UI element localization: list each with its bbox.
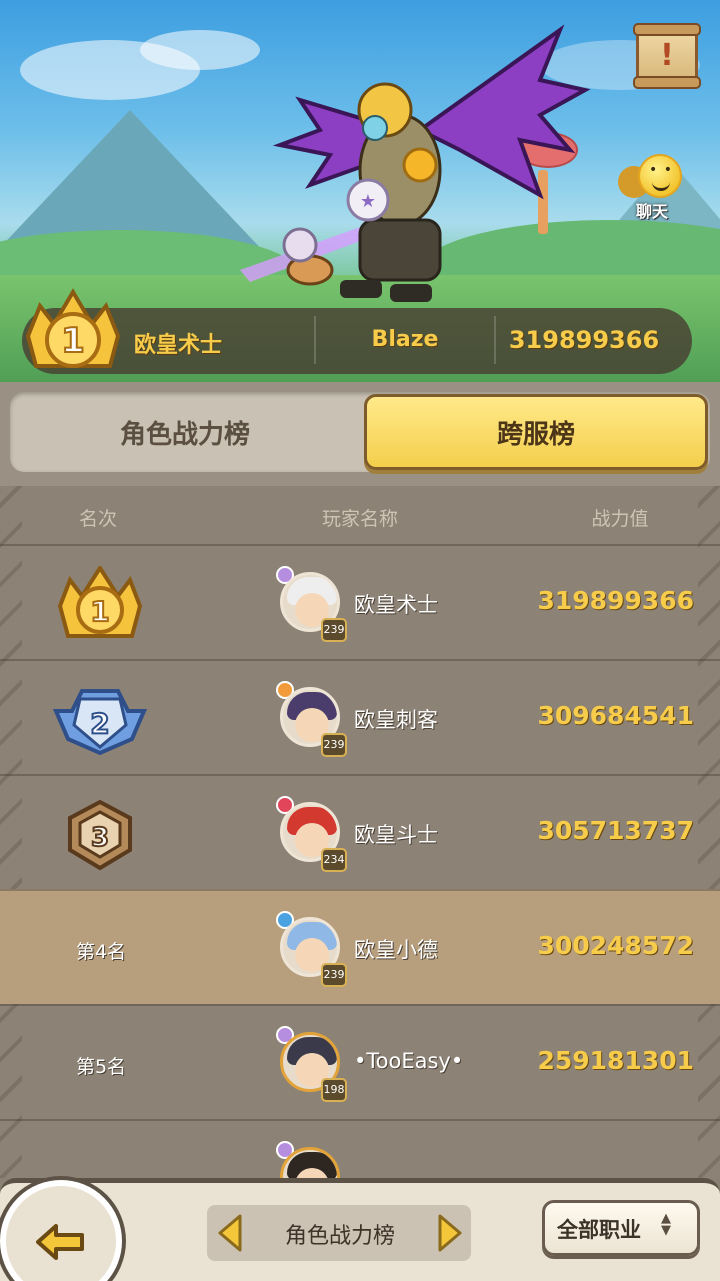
- player-power: 305713737: [537, 816, 694, 845]
- rank-number: 3: [91, 823, 109, 853]
- gold-rank-badge-icon: 1: [57, 566, 143, 638]
- player-name: 欧皇小德: [354, 938, 438, 962]
- player-name: 欧皇斗士: [354, 823, 438, 847]
- table-row-highlighted[interactable]: 第4名 239 欧皇小德 300248572: [0, 889, 720, 1004]
- rank-number: 2: [90, 707, 109, 740]
- sort-updown-icon: ▲ ▼: [661, 1211, 671, 1238]
- selector-next-arrow-icon[interactable]: [436, 1213, 464, 1253]
- player-power: 309684541: [537, 701, 694, 730]
- scroll-notice-icon: !: [660, 38, 674, 73]
- level-badge: 239: [321, 963, 347, 987]
- rank-text: 第5名: [75, 1056, 127, 1078]
- player-name: •TooEasy•: [354, 1049, 464, 1073]
- chat-label: 聊天: [636, 202, 669, 221]
- bronze-rank-badge-icon: 3: [68, 799, 132, 871]
- player-power: 300248572: [537, 931, 694, 960]
- header-rank: 名次: [78, 508, 117, 530]
- level-badge: 198: [321, 1078, 347, 1102]
- tab-role-power[interactable]: 角色战力榜: [14, 394, 356, 470]
- player-power: 319899366: [537, 586, 694, 615]
- level-badge: 239: [321, 618, 347, 642]
- top-rank-number: 1: [61, 321, 85, 361]
- top-player-server: Blaze: [371, 327, 439, 352]
- player-name: 欧皇术士: [354, 593, 438, 617]
- level-badge: 234: [321, 848, 347, 872]
- selector-label: 角色战力榜: [284, 1224, 395, 1249]
- svg-text:★: ★: [360, 191, 376, 212]
- table-header: 名次 玩家名称 战力值: [0, 486, 720, 544]
- top-player-name: 欧皇术士: [134, 333, 223, 358]
- rank-number: 1: [90, 595, 109, 628]
- back-arrow-icon[interactable]: [34, 1222, 86, 1262]
- job-filter-label: 全部职业: [557, 1218, 641, 1242]
- silver-rank-badge-icon: 2: [52, 689, 148, 756]
- rank-1-crown-badge-icon: 1: [25, 288, 121, 368]
- player-name: 欧皇刺客: [354, 708, 438, 732]
- hero-character-art: ★: [240, 24, 591, 302]
- table-row[interactable]: 2 239 欧皇刺客 309684541: [0, 659, 720, 774]
- table-row[interactable]: [0, 1119, 720, 1178]
- top-player-power: 319899366: [508, 326, 660, 354]
- level-badge: 239: [321, 733, 347, 757]
- rank-text: 第4名: [75, 941, 127, 963]
- table-row[interactable]: 3 234 欧皇斗士 305713737: [0, 774, 720, 889]
- table-row[interactable]: 第5名 198 •TooEasy• 259181301: [0, 1004, 720, 1119]
- header-player: 玩家名称: [321, 508, 398, 530]
- player-power: 259181301: [537, 1046, 694, 1075]
- notice-button[interactable]: !: [633, 23, 701, 89]
- chat-bubble-icon: [638, 154, 682, 198]
- header-power: 战力值: [591, 508, 649, 530]
- ranking-table[interactable]: 名次 玩家名称 战力值 1 239 欧皇术士 319899366 2 239 欧…: [0, 486, 720, 1178]
- tab-cross-server[interactable]: 跨服榜: [364, 394, 708, 470]
- chat-button[interactable]: 聊天: [614, 152, 688, 222]
- table-row[interactable]: 1 239 欧皇术士 319899366: [0, 544, 720, 659]
